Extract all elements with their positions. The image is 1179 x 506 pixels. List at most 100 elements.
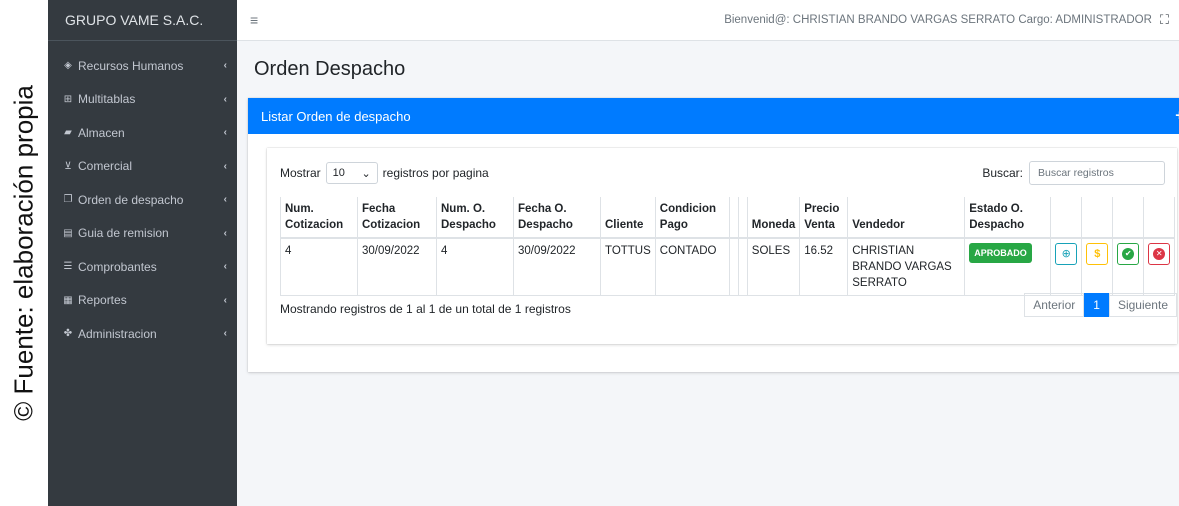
sidebar: GRUPO VAME S.A.C. ◈ Recursos Humanos ‹ ⊞… [48, 0, 237, 506]
table-row: 4 30/09/2022 4 30/09/2022 TOTTUS CONTADO… [280, 238, 1176, 296]
datatable-panel: Mostrar 10 ⌄ registros por pagina Buscar… [267, 148, 1177, 344]
chevron-left-icon: ‹ [223, 194, 227, 206]
pagination: Anterior 1 Siguiente [1024, 293, 1177, 317]
chevron-left-icon: ‹ [223, 93, 227, 105]
chevron-left-icon: ‹ [223, 127, 227, 139]
col-vendedor[interactable]: Vendedor [847, 197, 966, 239]
cell-blank-2 [738, 238, 748, 296]
tag-icon: ◈ [64, 60, 72, 72]
add-icon[interactable]: + [1175, 107, 1179, 124]
col-num-cotizacion[interactable]: Num. Cotizacion [280, 197, 358, 239]
sidebar-item-multitablas[interactable]: ⊞ Multitablas ‹ [48, 83, 237, 117]
sidebar-item-comercial[interactable]: ⊻ Comercial ‹ [48, 150, 237, 184]
sidebar-item-guia-remision[interactable]: ▤ Guia de remision ‹ [48, 217, 237, 251]
sidebar-item-reportes[interactable]: ▦ Reportes ‹ [48, 284, 237, 318]
table-info: Mostrando registros de 1 al 1 de un tota… [280, 302, 571, 316]
view-details-button[interactable]: ⊕ [1055, 243, 1078, 265]
chevron-down-icon: ⌄ [361, 167, 371, 180]
prev-page-button[interactable]: Anterior [1024, 293, 1085, 317]
col-estado-despacho[interactable]: Estado O. Despacho [964, 197, 1052, 239]
col-precio-venta[interactable]: Precio Venta [799, 197, 849, 239]
col-action-2 [1081, 197, 1114, 239]
sidebar-item-label: Almacen [78, 125, 125, 140]
check-circle-icon: ✔ [1122, 248, 1135, 260]
x-circle-icon: ✕ [1153, 248, 1166, 260]
source-caption: © Fuente: elaboración propia [8, 85, 39, 421]
report-icon: ▦ [63, 294, 73, 306]
sidebar-item-label: Comercial [78, 159, 133, 174]
hamburger-menu-icon[interactable]: ≡ [250, 12, 258, 28]
caption-strip: © Fuente: elaboración propia [0, 0, 48, 506]
cell-action-pay: $ [1081, 238, 1114, 296]
cell-fecha-cotizacion: 30/09/2022 [357, 238, 437, 296]
col-moneda[interactable]: Moneda [747, 197, 801, 239]
search-input[interactable]: Buscar registros [1029, 161, 1165, 185]
cell-vendedor: CHRISTIAN BRANDO VARGAS SERRATO [847, 238, 966, 296]
col-condicion-pago[interactable]: Condicion Pago [655, 197, 730, 239]
table-icon: ⊞ [63, 93, 73, 105]
col-fecha-despacho[interactable]: Fecha O. Despacho [513, 197, 601, 239]
search-group: Buscar: Buscar registros [982, 161, 1165, 185]
cell-moneda: SOLES [747, 238, 801, 296]
sidebar-item-recursos-humanos[interactable]: ◈ Recursos Humanos ‹ [48, 49, 237, 83]
col-blank-2[interactable] [738, 197, 748, 239]
col-action-4 [1143, 197, 1176, 239]
card-title: Listar Orden de despacho [261, 108, 411, 124]
show-label: Mostrar [280, 166, 321, 180]
brand-title[interactable]: GRUPO VAME S.A.C. [48, 0, 237, 41]
list-icon: ☰ [63, 261, 73, 273]
delete-button[interactable]: ✕ [1148, 243, 1171, 265]
page-title: Orden Despacho [254, 58, 406, 80]
main-content: Orden Despacho Listar Orden de despacho … [237, 41, 1179, 506]
cell-precio-venta: 16.52 [799, 238, 849, 296]
chevron-left-icon: ‹ [223, 328, 227, 340]
page-size-select[interactable]: 10 ⌄ [325, 162, 378, 184]
sidebar-item-label: Multitablas [78, 92, 136, 107]
status-badge: APROBADO [969, 243, 1032, 263]
col-cliente[interactable]: Cliente [600, 197, 656, 239]
sidebar-item-label: Recursos Humanos [78, 58, 184, 73]
col-fecha-cotizacion[interactable]: Fecha Cotizacion [357, 197, 437, 239]
cell-estado: APROBADO [964, 238, 1052, 296]
orders-table: Num. Cotizacion Fecha Cotizacion Num. O.… [280, 197, 1176, 296]
users-icon: ✤ [63, 328, 73, 340]
cell-action-approve: ✔ [1112, 238, 1145, 296]
approve-button[interactable]: ✔ [1117, 243, 1140, 265]
fullscreen-icon[interactable]: ⛶ [1160, 12, 1169, 28]
chevron-left-icon: ‹ [223, 227, 227, 239]
chevron-left-icon: ‹ [223, 60, 227, 72]
cell-blank-1 [729, 238, 739, 296]
col-num-despacho[interactable]: Num. O. Despacho [436, 197, 514, 239]
per-page-label: registros por pagina [382, 166, 489, 180]
top-navbar: ≡ Bienvenid@: CHRISTIAN BRANDO VARGAS SE… [237, 0, 1179, 41]
list-card: Listar Orden de despacho + Mostrar 10 ⌄ … [248, 98, 1179, 372]
chevron-left-icon: ‹ [223, 294, 227, 306]
sidebar-item-orden-despacho[interactable]: ❐ Orden de despacho ‹ [48, 183, 237, 217]
col-blank-1[interactable] [729, 197, 739, 239]
cell-num-despacho: 4 [436, 238, 514, 296]
card-header: Listar Orden de despacho [248, 98, 1179, 134]
payment-button[interactable]: $ [1086, 243, 1109, 265]
sidebar-menu: ◈ Recursos Humanos ‹ ⊞ Multitablas ‹ ▰ A… [48, 41, 237, 351]
truck-icon: ▰ [64, 127, 72, 139]
col-action-1 [1050, 197, 1083, 239]
table-header-row: Num. Cotizacion Fecha Cotizacion Num. O.… [280, 197, 1176, 239]
cell-cliente: TOTTUS [600, 238, 656, 296]
cell-condicion-pago: CONTADO [655, 238, 730, 296]
sidebar-item-label: Reportes [78, 293, 127, 308]
sidebar-item-almacen[interactable]: ▰ Almacen ‹ [48, 116, 237, 150]
user-welcome-text: Bienvenid@: CHRISTIAN BRANDO VARGAS SERR… [724, 14, 1152, 26]
search-plus-icon: ⊕ [1061, 248, 1071, 260]
sidebar-item-administracion[interactable]: ✤ Administracion ‹ [48, 317, 237, 351]
chevron-left-icon: ‹ [223, 160, 227, 172]
file-icon: ▤ [63, 227, 73, 239]
next-page-button[interactable]: Siguiente [1108, 293, 1177, 317]
cell-fecha-despacho: 30/09/2022 [513, 238, 601, 296]
sidebar-item-label: Guia de remision [78, 226, 169, 241]
sidebar-item-comprobantes[interactable]: ☰ Comprobantes ‹ [48, 250, 237, 284]
col-action-3 [1112, 197, 1145, 239]
sidebar-item-label: Orden de despacho [78, 192, 184, 207]
cart-icon: ⊻ [64, 160, 72, 172]
copy-icon: ❐ [63, 194, 73, 206]
page-1-button[interactable]: 1 [1084, 293, 1109, 317]
